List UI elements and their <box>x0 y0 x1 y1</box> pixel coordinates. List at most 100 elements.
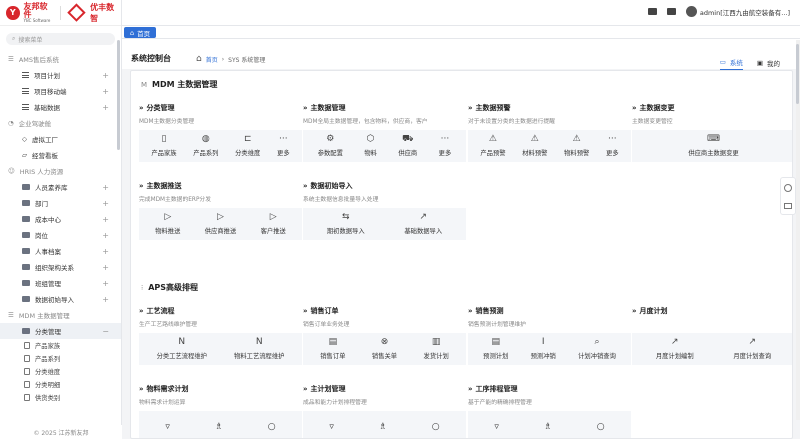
shortcut-button[interactable]: ▤ 预测计划 <box>483 338 508 361</box>
shortcut-button[interactable]: I 预测冲销 <box>531 338 556 361</box>
sidebar-search-input[interactable]: ⌕ 搜索菜单 <box>6 33 115 45</box>
shortcut-button[interactable]: ▥ 发货计划 <box>424 338 449 361</box>
shortcut-button[interactable]: ⌨ 供应商主数据变更 <box>688 135 738 158</box>
card-title[interactable]: » 月度计划 <box>632 306 792 316</box>
shortcut-button[interactable]: ··· 更多 <box>439 135 452 158</box>
stamp-icon[interactable]: ♗ <box>379 422 387 432</box>
shortcut-button[interactable]: ⛟ 供应商 <box>398 135 417 158</box>
card-title[interactable]: » 分类管理 <box>139 103 302 113</box>
expand-plus-icon[interactable]: + <box>102 247 109 256</box>
shortcut-button[interactable]: ▯ 产品家族 <box>151 135 176 158</box>
expand-plus-icon[interactable]: + <box>102 295 109 304</box>
shortcut-button[interactable]: ↗ 基础数据导入 <box>404 213 442 236</box>
shortcut-button[interactable]: ⊗ 销售关单 <box>372 338 397 361</box>
sidebar-item-personnel-file[interactable]: 人事档案 + <box>0 243 121 259</box>
card-title[interactable]: » 主数据预警 <box>468 103 631 113</box>
shortcut-button[interactable]: ▷ 供应商推送 <box>205 213 236 236</box>
shortcut-button[interactable]: ⇆ 期初数据导入 <box>327 213 365 236</box>
card-title[interactable]: » 主数据管理 <box>303 103 466 113</box>
sidebar-scrollbar[interactable] <box>117 40 120 150</box>
sidebar-subitem-product-family[interactable]: 产品家族 <box>0 339 121 352</box>
shortcut-button[interactable]: ⚙ 参数配置 <box>317 135 343 158</box>
sidebar-subitem-category-dimension[interactable]: 分类维度 <box>0 365 121 378</box>
card-title[interactable]: » 销售预测 <box>468 306 631 316</box>
card-title[interactable]: » 工艺流程 <box>139 306 302 316</box>
sidebar-subitem-supply-category[interactable]: 供货类别 <box>0 391 121 404</box>
shortcut-button[interactable]: N 物料工艺流程维护 <box>234 338 284 361</box>
shortcut-button[interactable]: ⚠ 材料预警 <box>522 135 547 158</box>
sidebar-item-category-management[interactable]: 分类管理 − <box>0 323 121 339</box>
shortcut-button[interactable]: ··· 更多 <box>606 135 619 158</box>
sidebar-item-project-plan[interactable]: 项目计划 + <box>0 67 121 83</box>
expand-plus-icon[interactable]: + <box>102 215 109 224</box>
tab-home[interactable]: ⌂ 首页 <box>124 27 157 38</box>
sidebar-item-staff-library[interactable]: 人员素养库 + <box>0 179 121 195</box>
breadcrumb-home-link[interactable]: 首页 <box>206 55 218 64</box>
page-scrollbar-thumb[interactable] <box>796 44 799 104</box>
filter-icon[interactable]: ▿ <box>329 422 334 432</box>
expand-plus-icon[interactable]: + <box>102 71 109 80</box>
card-title[interactable]: » 物料需求计划 <box>139 384 302 394</box>
card-title[interactable]: » 数据初始导入 <box>303 181 466 191</box>
shortcut-button[interactable]: ▷ 物料推送 <box>155 213 180 236</box>
sidebar-item-project-mobile[interactable]: 项目移动端 + <box>0 83 121 99</box>
card-title[interactable]: » 主计划管理 <box>303 384 466 394</box>
user-menu[interactable]: admin[江西九由航空装备有...] <box>685 6 790 17</box>
grid-icon[interactable] <box>666 8 676 15</box>
card-title[interactable]: » 工序排程管理 <box>468 384 631 394</box>
circle-icon[interactable]: ○ <box>432 422 440 432</box>
circle-icon[interactable]: ○ <box>597 422 605 432</box>
sidebar-item-department[interactable]: 部门 + <box>0 195 121 211</box>
card-title[interactable]: » 销售订单 <box>303 306 466 316</box>
expand-plus-icon[interactable]: + <box>102 199 109 208</box>
expand-plus-icon[interactable]: + <box>102 87 109 96</box>
sidebar-item-business-board[interactable]: ▱ 经营看板 <box>0 147 121 163</box>
expand-plus-icon[interactable]: + <box>102 263 109 272</box>
tab-mine[interactable]: ▣ 我的 <box>757 57 780 71</box>
sidebar-group-mdm[interactable]: ☰ MDM 主数据管理 <box>0 307 121 323</box>
shortcut-button[interactable]: ▤ 销售订单 <box>320 338 345 361</box>
filter-icon[interactable]: ▿ <box>494 422 499 432</box>
layout-icon[interactable] <box>784 202 792 209</box>
sidebar-item-cost-center[interactable]: 成本中心 + <box>0 211 121 227</box>
circle-icon[interactable]: ○ <box>268 422 276 432</box>
sidebar-item-org-structure[interactable]: 组织架构关系 + <box>0 259 121 275</box>
shortcut-button[interactable]: ⬡ 物料 <box>364 135 377 158</box>
shortcut-button[interactable]: N 分类工艺流程维护 <box>157 338 207 361</box>
filter-icon[interactable]: ▿ <box>165 422 170 432</box>
sidebar-item-virtual-factory[interactable]: ◇ 虚拟工厂 <box>0 131 121 147</box>
sidebar-item-data-import[interactable]: 数据初始导入 + <box>0 291 121 307</box>
stamp-icon[interactable]: ♗ <box>215 422 223 432</box>
expand-plus-icon[interactable]: + <box>102 231 109 240</box>
shortcut-button[interactable]: ⌕ 计划冲销查询 <box>578 338 616 361</box>
sidebar-item-base-data[interactable]: 基础数据 + <box>0 99 121 115</box>
expand-plus-icon[interactable]: + <box>102 103 109 112</box>
sidebar-group-hris[interactable]: ☺ HRIS 人力资源 <box>0 163 121 179</box>
shortcut-button[interactable]: ▷ 客户推送 <box>261 213 286 236</box>
sidebar-group-ams[interactable]: ☰ AMS售后系统 <box>0 51 121 67</box>
card-shortcuts: N 分类工艺流程维护 N 物料工艺流程维护 <box>139 333 302 365</box>
shortcut-button[interactable]: ··· 更多 <box>277 135 290 158</box>
expand-plus-icon[interactable]: + <box>102 183 109 192</box>
shortcut-button[interactable]: ↗ 月度计划编制 <box>656 338 694 361</box>
sidebar-group-cockpit[interactable]: ◔ 企业驾驶舱 <box>0 115 121 131</box>
shortcut-button[interactable]: ⚠ 物料预警 <box>564 135 589 158</box>
stamp-icon[interactable]: ♗ <box>544 422 552 432</box>
sidebar-item-post[interactable]: 岗位 + <box>0 227 121 243</box>
shortcut-button[interactable]: ↗ 月度计划查询 <box>733 338 771 361</box>
expand-plus-icon[interactable]: + <box>102 279 109 288</box>
theme-icon[interactable] <box>784 183 792 192</box>
shortcut-button[interactable]: ⊏ 分类维度 <box>235 135 260 158</box>
sidebar-subitem-category-detail[interactable]: 分类明细 <box>0 378 121 391</box>
mail-icon[interactable] <box>647 8 657 15</box>
shortcut-button[interactable]: ⚠ 产品预警 <box>480 135 505 158</box>
shortcut-label: 参数配置 <box>317 150 343 157</box>
card-title[interactable]: » 主数据变更 <box>632 103 792 113</box>
card-title[interactable]: » 主数据推送 <box>139 181 302 191</box>
shortcut-button[interactable]: ◍ 产品系列 <box>193 135 218 158</box>
sidebar-item-team-management[interactable]: 班组管理 + <box>0 275 121 291</box>
module-card: » 分类管理 MDM主数据分类管理 ▯ 产品家族 ◍ 产品系列 ⊏ 分类维度 ··· 更多 <box>139 103 302 162</box>
collapse-minus-icon[interactable]: − <box>102 327 109 336</box>
sidebar-subitem-product-series[interactable]: 产品系列 <box>0 352 121 365</box>
tab-system[interactable]: ▭ 系统 <box>719 57 743 71</box>
